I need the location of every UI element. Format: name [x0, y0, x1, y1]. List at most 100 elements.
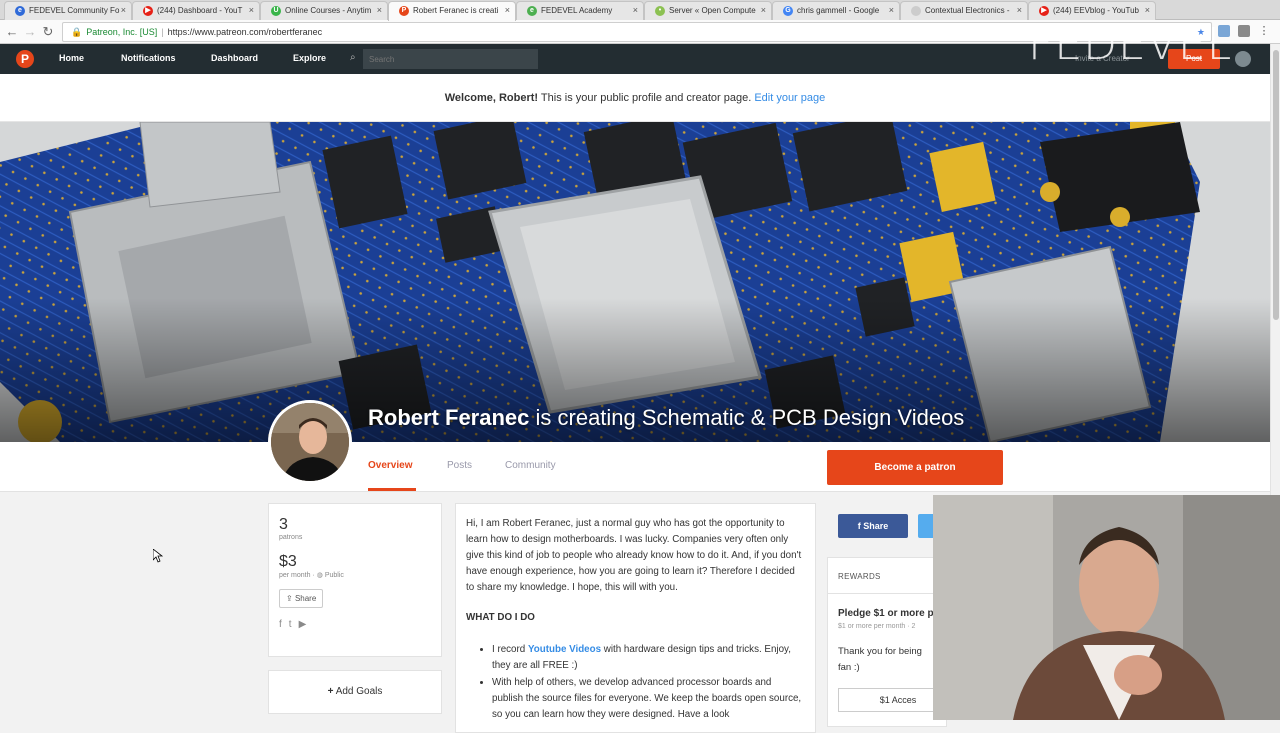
- browser-tab[interactable]: ▶ (244) EEVblog - YouTub ×: [1028, 1, 1156, 20]
- user-avatar[interactable]: [1235, 51, 1251, 67]
- add-goals-button[interactable]: + Add Goals: [268, 670, 442, 714]
- creator-name: Robert Feranec: [368, 405, 530, 430]
- browser-tab[interactable]: ▶ (244) Dashboard - YouT ×: [132, 1, 260, 20]
- reward-access-button[interactable]: $1 Acces: [838, 688, 946, 712]
- about-card: Hi, I am Robert Feranec, just a normal g…: [455, 503, 816, 733]
- plus-icon: +: [327, 686, 334, 697]
- welcome-greeting: Welcome, Robert!: [444, 92, 539, 104]
- creator-avatar[interactable]: [268, 400, 352, 484]
- creator-headline: Robert Feranec is creating Schematic & P…: [368, 405, 964, 431]
- facebook-share-label: Share: [863, 521, 889, 531]
- webcam-overlay: [933, 495, 1280, 720]
- back-arrow-icon[interactable]: ←: [4, 24, 20, 40]
- reward-pledge-meta: $1 or more per month · 2: [838, 623, 916, 630]
- reload-icon[interactable]: ↻: [40, 24, 56, 40]
- active-tab-indicator: [368, 488, 416, 491]
- close-icon[interactable]: ×: [249, 5, 254, 15]
- site-org-label: Patreon, Inc. [US]: [86, 27, 158, 37]
- about-list: I record Youtube Videos with hardware de…: [492, 642, 805, 723]
- browser-tab[interactable]: Contextual Electronics - ×: [900, 1, 1028, 20]
- share-label: Share: [294, 594, 317, 603]
- share-button[interactable]: ⇪ Share: [279, 589, 324, 608]
- nav-explore[interactable]: Explore: [293, 53, 326, 63]
- welcome-text: This is your public profile and creator …: [538, 92, 755, 104]
- close-icon[interactable]: ×: [377, 5, 382, 15]
- youtube-videos-link[interactable]: Youtube Videos: [528, 644, 601, 655]
- search-input[interactable]: [363, 49, 538, 69]
- extension-icon[interactable]: [1238, 25, 1250, 37]
- browser-tab[interactable]: U Online Courses - Anytim ×: [260, 1, 388, 20]
- about-intro: Hi, I am Robert Feranec, just a normal g…: [466, 518, 802, 593]
- globe-icon: ◍: [316, 572, 323, 579]
- monthly-amount: $3: [279, 553, 297, 570]
- per-month-label: per month: [279, 572, 311, 579]
- add-goals-label: Add Goals: [335, 686, 383, 697]
- cover-image: Robert Feranec is creating Schematic & P…: [0, 122, 1270, 442]
- creator-tagline: is creating Schematic & PCB Design Video…: [529, 405, 965, 430]
- edge-icon: e: [15, 6, 25, 16]
- page-icon: [911, 6, 921, 16]
- tab-posts[interactable]: Posts: [447, 460, 472, 471]
- browser-tab[interactable]: Gchris gammell - Google ×: [772, 1, 900, 20]
- browser-tab-active[interactable]: P Robert Feranec is creati ×: [388, 1, 516, 21]
- url-text: https://www.patreon.com/robertferanec: [167, 27, 323, 37]
- fedevel-watermark: FEDEVEL: [1028, 19, 1233, 70]
- close-icon[interactable]: ×: [1017, 5, 1022, 15]
- rewards-card: REWARDS Pledge $1 or more p $1 or more p…: [827, 557, 947, 727]
- reward-text: Thank you for being: [838, 646, 922, 657]
- reward-text: fan :): [838, 662, 860, 673]
- patrons-count: 3: [279, 516, 288, 533]
- close-icon[interactable]: ×: [889, 5, 894, 15]
- patrons-label: patrons: [279, 534, 303, 541]
- close-icon[interactable]: ×: [761, 5, 766, 15]
- tab-overview[interactable]: Overview: [368, 460, 412, 471]
- google-icon: G: [783, 6, 793, 16]
- visibility-label: Public: [324, 572, 344, 579]
- facebook-icon[interactable]: f: [279, 619, 282, 630]
- tab-community[interactable]: Community: [505, 460, 556, 471]
- lock-icon: 🔒: [71, 27, 83, 37]
- share-icon: ⇪: [286, 594, 293, 603]
- edge-icon: e: [527, 6, 537, 16]
- youtube-icon: ▶: [143, 6, 153, 16]
- youtube-icon[interactable]: ▶: [299, 619, 307, 630]
- nav-dashboard[interactable]: Dashboard: [211, 53, 258, 63]
- presenter-video: [933, 495, 1280, 720]
- patron-stats-card: 3 patrons $3 per month · ◍ Public ⇪ Shar…: [268, 503, 442, 657]
- social-links: f t ▶: [279, 608, 431, 632]
- browser-tab[interactable]: e FEDEVEL Community Fo ×: [4, 1, 132, 20]
- profile-tab-bar: Overview Posts Community Become a patron: [0, 442, 1270, 492]
- welcome-banner: Welcome, Robert! This is your public pro…: [0, 74, 1270, 122]
- reward-pledge-title: Pledge $1 or more p: [838, 608, 934, 619]
- reward-description: Thank you for being fan :): [828, 630, 946, 676]
- about-heading: WHAT DO I DO: [466, 612, 535, 623]
- list-item: I record Youtube Videos with hardware de…: [492, 642, 805, 674]
- menu-icon[interactable]: ⋮: [1258, 25, 1270, 37]
- bullet-text: I record: [492, 644, 528, 655]
- patreon-icon: P: [399, 6, 409, 16]
- nav-notifications[interactable]: Notifications: [121, 53, 176, 63]
- facebook-icon: f: [857, 521, 861, 531]
- pcb-cover-illustration: [0, 122, 1270, 442]
- edit-page-link[interactable]: Edit your page: [754, 92, 825, 104]
- twitter-icon[interactable]: t: [289, 619, 292, 630]
- browser-tab[interactable]: e FEDEVEL Academy ×: [516, 1, 644, 20]
- close-icon[interactable]: ×: [1145, 5, 1150, 15]
- browser-tab-bar: e FEDEVEL Community Fo × ▶ (244) Dashboard …: [0, 0, 1280, 21]
- forward-arrow-icon[interactable]: →: [22, 24, 38, 40]
- ocp-icon: •: [655, 6, 665, 16]
- scrollbar-thumb[interactable]: [1273, 50, 1279, 320]
- nav-home[interactable]: Home: [59, 53, 84, 63]
- mouse-cursor-icon: [153, 549, 163, 563]
- become-patron-button[interactable]: Become a patron: [827, 450, 1003, 485]
- facebook-share-button[interactable]: f Share: [838, 514, 908, 538]
- close-icon[interactable]: ×: [505, 5, 510, 15]
- close-icon[interactable]: ×: [121, 5, 126, 15]
- search-icon: ⌕: [350, 52, 356, 63]
- close-icon[interactable]: ×: [633, 5, 638, 15]
- browser-tab[interactable]: • Server « Open Compute ×: [644, 1, 772, 20]
- patreon-logo-icon[interactable]: P: [16, 50, 34, 68]
- url-separator: |: [161, 27, 164, 37]
- amount-meta: per month · ◍ Public: [279, 572, 344, 579]
- list-item: With help of others, we develop advanced…: [492, 675, 805, 723]
